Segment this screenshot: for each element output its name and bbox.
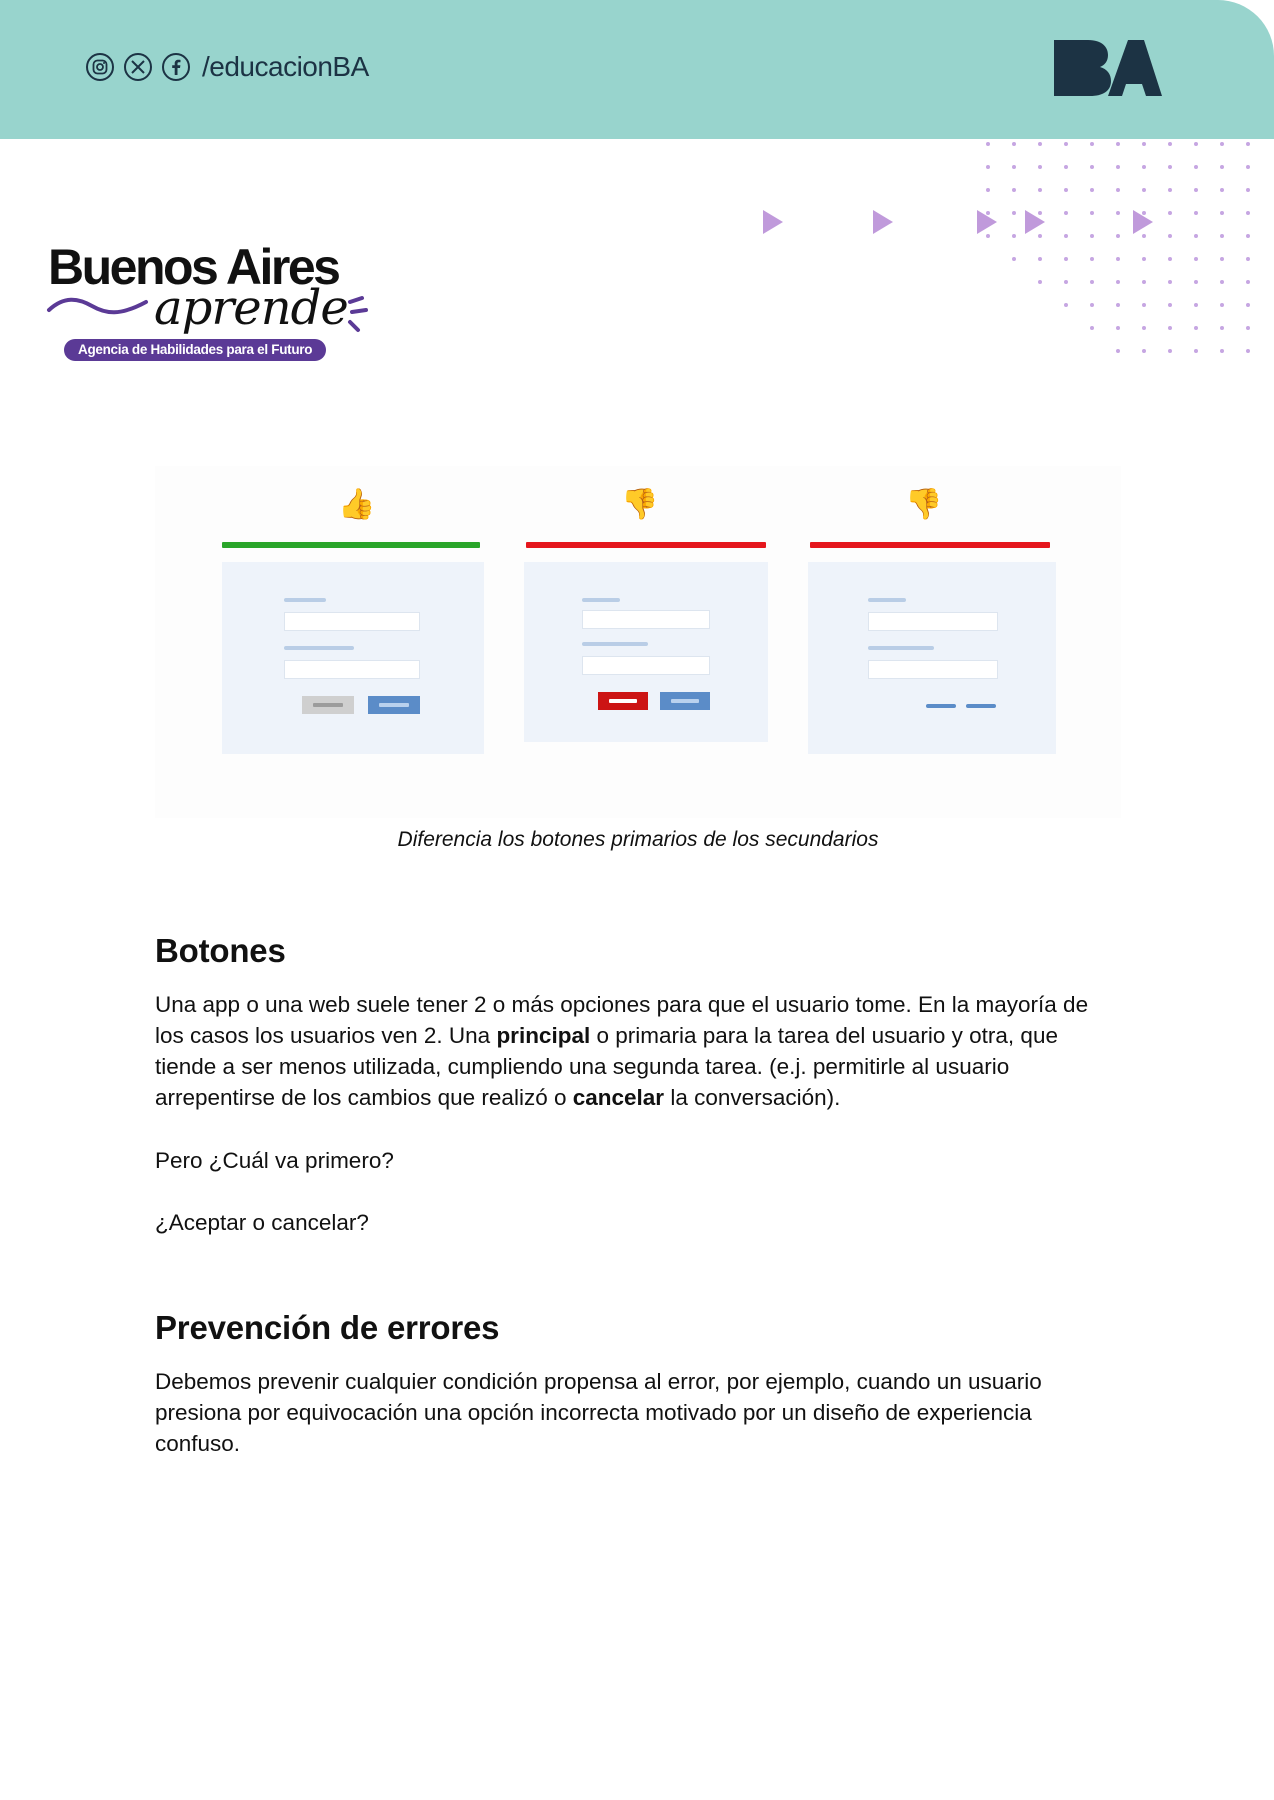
x-icon[interactable] [124,53,152,81]
bad-indicator-bar [526,542,766,548]
primary-button [368,696,420,714]
blue-button [660,692,710,710]
instagram-icon[interactable] [86,53,114,81]
text-field [582,656,710,675]
text-field [582,610,710,629]
sample-form [524,562,768,742]
social-handle[interactable]: /educacionBA [202,51,369,83]
field-label [284,598,326,602]
arrow-icon [977,210,997,234]
buenos-aires-aprende-logo: Buenos Aires aprende Agencia de Habilida… [46,238,386,368]
field-label [582,642,648,646]
thumbs-down-icon: 👎 [905,488,943,521]
thumbs-down-icon: 👎 [621,488,659,521]
swoosh-icon [47,297,148,315]
paragraph-prevencion: Debemos prevenir cualquier condición pro… [155,1369,1042,1456]
decorative-dot-grid [986,142,1250,353]
link-button [966,704,996,708]
bold-term: cancelar [572,1085,665,1110]
brand-script: aprende [154,280,349,336]
sample-form [808,562,1056,754]
brand-tagline: Agencia de Habilidades para el Futuro [64,339,327,361]
sample-form [222,562,484,754]
text-field [868,612,998,631]
social-links: /educacionBA [86,50,369,84]
field-label [284,646,354,650]
section-heading-prevencion: Prevención de errores [155,1309,500,1346]
header-band: /educacionBA [0,0,1274,139]
button-comparison-illustration: 👍 👎 👎 [155,466,1121,818]
link-button [926,704,956,708]
facebook-icon[interactable] [162,53,190,81]
paragraph-question-1: Pero ¿Cuál va primero? [155,1148,394,1173]
section-heading-botones: Botones [155,932,286,969]
figure-caption: Diferencia los botones primarios de los … [397,828,879,851]
text-field [868,660,998,679]
bad-indicator-bar [810,542,1050,548]
sparkle-icon [348,296,368,332]
field-label [868,598,906,602]
field-label [582,598,620,602]
ba-logo [1052,38,1162,103]
field-label [868,646,934,650]
arrow-icon [763,210,783,234]
text-field [284,660,420,679]
text-field [284,612,420,631]
arrow-icon [1025,210,1045,234]
thumbs-up-icon: 👍 [338,488,376,521]
arrow-icon [873,210,893,234]
paragraph-botones-intro: Una app o una web suele tener 2 o más op… [155,989,1115,1113]
red-button [598,692,648,710]
text-run: la conversación). [664,1085,841,1110]
arrow-icon [1133,210,1153,234]
bold-term: principal [496,1023,591,1048]
good-indicator-bar [222,542,480,548]
decorative-arrows [763,210,1153,234]
secondary-button [302,696,354,714]
paragraph-question-2: ¿Aceptar o cancelar? [155,1210,369,1235]
